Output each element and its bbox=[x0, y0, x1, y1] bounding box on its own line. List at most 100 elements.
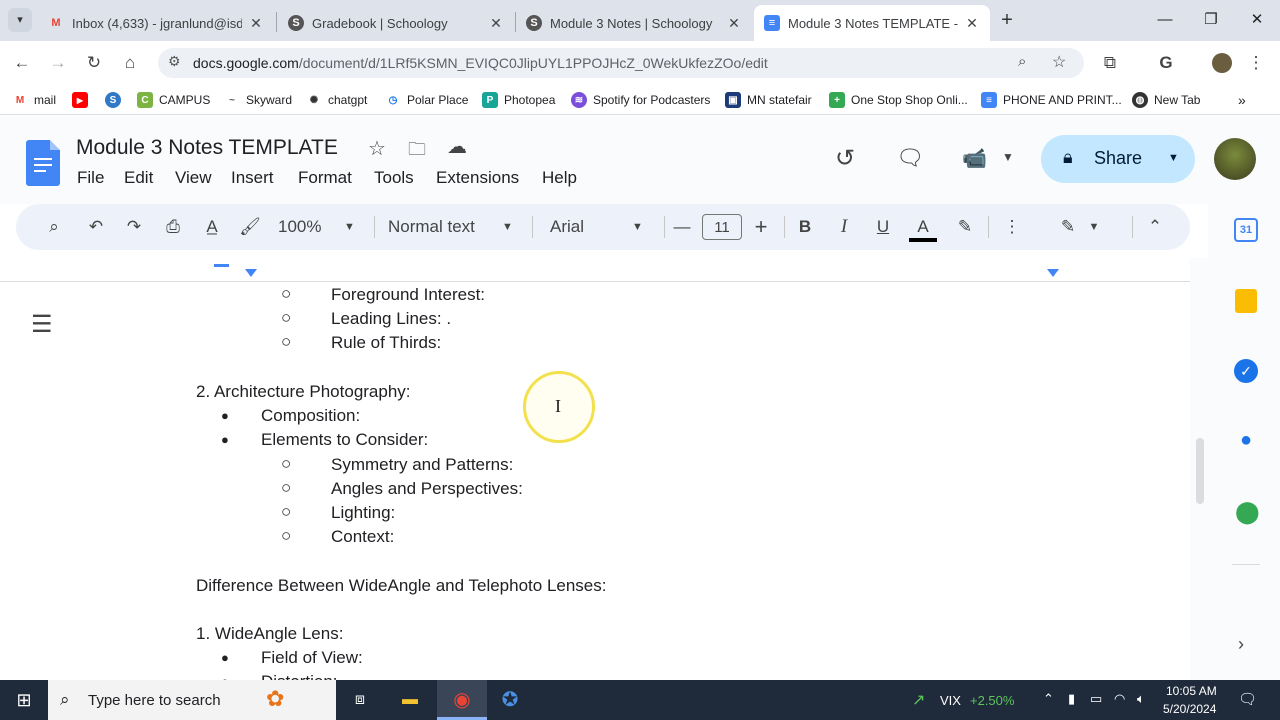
new-tab-button[interactable]: + bbox=[996, 8, 1018, 32]
bold-icon[interactable]: B bbox=[793, 214, 817, 240]
tab-module-notes[interactable]: S Module 3 Notes | Schoology ✕ bbox=[516, 5, 752, 41]
decrease-font-size-icon[interactable]: — bbox=[670, 214, 694, 240]
forward-icon[interactable]: → bbox=[46, 51, 70, 75]
microphone-icon[interactable]: ▮ bbox=[1068, 691, 1075, 707]
close-window-button[interactable]: ✕ bbox=[1242, 8, 1272, 32]
share-button[interactable]: 🔒︎ Share ▼ bbox=[1041, 135, 1195, 183]
chevron-down-icon[interactable]: ▼ bbox=[1168, 152, 1179, 164]
document-list-item[interactable]: Rule of Thirds: bbox=[331, 333, 441, 353]
underline-icon[interactable]: U bbox=[871, 214, 895, 240]
document-list-item[interactable]: Symmetry and Patterns: bbox=[331, 455, 513, 475]
bookmark-polar-place[interactable]: ◷ Polar Place bbox=[385, 91, 468, 109]
font-family-select[interactable]: Arial ▼ bbox=[550, 214, 660, 240]
right-indent-marker[interactable] bbox=[1047, 269, 1059, 277]
back-icon[interactable]: ← bbox=[10, 51, 34, 75]
close-icon[interactable]: ✕ bbox=[964, 15, 980, 32]
reload-icon[interactable]: ↻ bbox=[82, 51, 106, 75]
zoom-icon[interactable]: ⌕ bbox=[1018, 53, 1026, 70]
scrollbar-thumb[interactable] bbox=[1196, 438, 1204, 504]
redo-icon[interactable]: ↷ bbox=[122, 214, 146, 240]
chrome-menu-icon[interactable]: ⋮ bbox=[1244, 51, 1268, 75]
increase-font-size-icon[interactable]: + bbox=[749, 214, 773, 240]
app-taskbar-icon[interactable]: ✪ bbox=[498, 688, 522, 712]
bookmark-one-stop-shop[interactable]: + One Stop Shop Onli... bbox=[829, 91, 968, 109]
highlight-icon[interactable]: ✎ bbox=[953, 214, 977, 240]
keep-icon[interactable] bbox=[1235, 289, 1257, 313]
hide-menus-icon[interactable]: ⌃ bbox=[1143, 214, 1167, 240]
taskbar-search[interactable]: ⌕ Type here to search ✿ bbox=[48, 680, 336, 720]
zoom-select[interactable]: 100% ▼ bbox=[278, 214, 368, 240]
file-explorer-icon[interactable]: ▬ bbox=[398, 688, 422, 712]
stock-ticker[interactable]: VIX bbox=[940, 693, 961, 708]
editing-mode-icon[interactable]: ✎ bbox=[1056, 214, 1080, 240]
windows-start-icon[interactable]: ⊞ bbox=[12, 688, 36, 712]
task-view-icon[interactable]: ⧈ bbox=[348, 688, 372, 712]
volume-icon[interactable]: 🔈︎ bbox=[1137, 691, 1145, 707]
tray-overflow-icon[interactable]: ⌃ bbox=[1043, 691, 1054, 707]
menu-file[interactable]: File bbox=[77, 168, 104, 188]
left-indent-marker[interactable] bbox=[245, 269, 257, 277]
paragraph-style-select[interactable]: Normal text ▼ bbox=[388, 214, 528, 240]
site-info-icon[interactable]: ⚙ bbox=[168, 53, 181, 70]
clock-date[interactable]: 5/20/2024 bbox=[1163, 702, 1216, 716]
document-list-item[interactable]: Distortion: bbox=[261, 672, 338, 680]
wifi-icon[interactable]: ◠ bbox=[1114, 691, 1125, 707]
cloud-saved-icon[interactable]: ☁ bbox=[447, 134, 467, 159]
tab-gmail[interactable]: M Inbox (4,633) - jgranlund@isd6 ✕ bbox=[38, 5, 274, 41]
italic-icon[interactable]: I bbox=[832, 214, 856, 240]
menu-insert[interactable]: Insert bbox=[231, 168, 274, 188]
address-bar[interactable]: ⚙ docs.google.com/document/d/1LRf5KSMN_E… bbox=[158, 48, 1084, 78]
close-icon[interactable]: ✕ bbox=[488, 15, 504, 32]
home-icon[interactable]: ⌂ bbox=[118, 51, 142, 75]
extensions-icon[interactable]: ⧉ bbox=[1098, 51, 1122, 75]
calendar-icon[interactable]: 31 bbox=[1234, 218, 1258, 242]
tab-gradebook[interactable]: S Gradebook | Schoology ✕ bbox=[278, 5, 514, 41]
bookmark-youtube[interactable]: ▶ bbox=[72, 91, 94, 109]
paint-format-icon[interactable]: 🖌︎ bbox=[238, 214, 262, 240]
menu-format[interactable]: Format bbox=[298, 168, 352, 188]
bookmark-new-tab[interactable]: ◍ New Tab bbox=[1132, 91, 1200, 109]
star-icon[interactable]: ☆ bbox=[368, 136, 386, 161]
bookmark-skyward[interactable]: ~ Skyward bbox=[224, 91, 292, 109]
chevron-down-icon[interactable]: ▼ bbox=[1086, 214, 1102, 240]
bookmark-photopea[interactable]: P Photopea bbox=[482, 91, 555, 109]
document-heading-line[interactable]: Difference Between WideAngle and Telepho… bbox=[196, 576, 606, 596]
document-list-item[interactable]: Elements to Consider: bbox=[261, 430, 428, 450]
bookmarks-overflow-icon[interactable]: » bbox=[1238, 91, 1246, 109]
menu-tools[interactable]: Tools bbox=[374, 168, 414, 188]
document-list-item[interactable]: Composition: bbox=[261, 406, 360, 426]
move-folder-icon[interactable]: 🗀 bbox=[408, 137, 426, 167]
spellcheck-icon[interactable]: A̲ bbox=[200, 214, 224, 240]
google-g-icon[interactable]: G bbox=[1154, 51, 1178, 75]
first-line-indent-marker[interactable] bbox=[214, 264, 229, 267]
document-list-item[interactable]: Angles and Perspectives: bbox=[331, 479, 523, 499]
tasks-icon[interactable]: ✓ bbox=[1234, 359, 1258, 383]
print-icon[interactable]: ⎙ bbox=[161, 214, 185, 240]
bookmark-chatgpt[interactable]: ✺ chatgpt bbox=[306, 91, 367, 109]
restore-button[interactable]: ❐ bbox=[1196, 8, 1226, 32]
bookmark-mn-statefair[interactable]: ▣ MN statefair bbox=[725, 91, 812, 109]
search-menus-icon[interactable]: ⌕ bbox=[42, 214, 66, 240]
docs-logo-icon[interactable] bbox=[26, 140, 60, 186]
document-list-item[interactable]: Context: bbox=[331, 527, 394, 547]
chrome-taskbar-icon[interactable]: ◉ bbox=[437, 680, 487, 720]
bookmark-spotify-podcasters[interactable]: ≋ Spotify for Podcasters bbox=[571, 91, 710, 109]
menu-edit[interactable]: Edit bbox=[124, 168, 153, 188]
document-list-item[interactable]: Leading Lines: . bbox=[331, 309, 451, 329]
maps-icon[interactable]: ⬤ bbox=[1235, 499, 1260, 524]
font-size-input[interactable]: 11 bbox=[702, 214, 742, 240]
document-title[interactable]: Module 3 Notes TEMPLATE bbox=[76, 136, 338, 160]
meet-icon[interactable]: 📹 bbox=[962, 146, 987, 171]
document-list-item[interactable]: Lighting: bbox=[331, 503, 395, 523]
chevron-down-icon[interactable]: ▼ bbox=[1002, 150, 1014, 164]
menu-help[interactable]: Help bbox=[542, 168, 577, 188]
account-avatar[interactable] bbox=[1214, 138, 1256, 180]
expand-panel-icon[interactable]: › bbox=[1238, 634, 1244, 655]
text-color-icon[interactable]: A bbox=[909, 214, 937, 242]
version-history-icon[interactable]: ↺ bbox=[835, 144, 855, 173]
tab-search-button[interactable]: ▾ bbox=[8, 8, 32, 32]
menu-extensions[interactable]: Extensions bbox=[436, 168, 519, 188]
contacts-icon[interactable]: ● bbox=[1235, 429, 1257, 453]
document-list-item[interactable]: Foreground Interest: bbox=[331, 285, 485, 305]
menu-view[interactable]: View bbox=[175, 168, 212, 188]
